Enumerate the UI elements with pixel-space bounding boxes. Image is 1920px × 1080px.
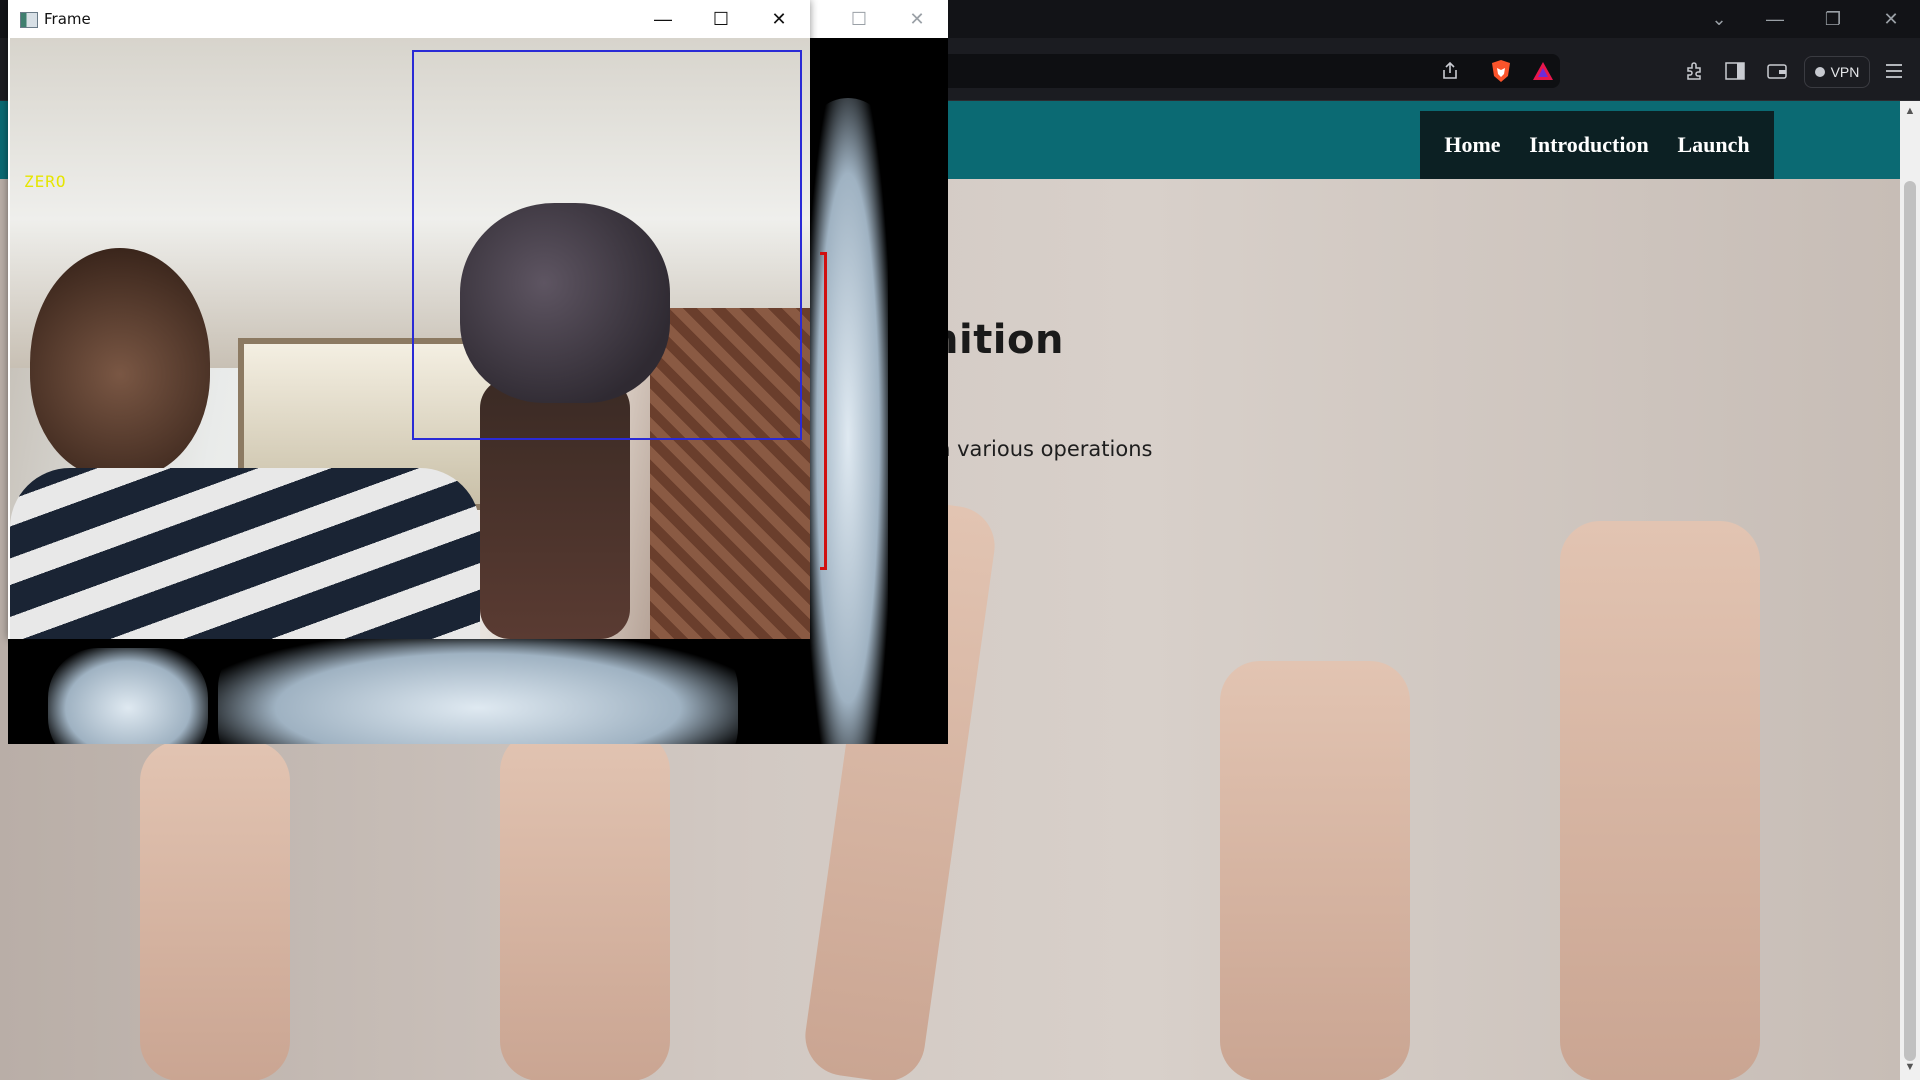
frame-titlebar[interactable]: Frame — ☐ ✕ — [8, 0, 810, 38]
vpn-button[interactable]: VPN — [1804, 56, 1870, 88]
background-hand-2 — [500, 731, 670, 1080]
restore-button[interactable]: ❐ — [1804, 0, 1862, 38]
background-maximize-button[interactable]: ☐ — [830, 0, 888, 38]
hero-subtitle: m various operations — [930, 437, 1153, 461]
frame-app-icon — [20, 12, 38, 28]
scroll-thumb[interactable] — [1904, 181, 1916, 1061]
vpn-status-icon — [1814, 67, 1825, 77]
camera-feed: ZERO — [10, 38, 810, 639]
scroll-up-icon[interactable]: ▲ — [1903, 105, 1917, 119]
menu-icon[interactable] — [1879, 56, 1909, 86]
background-window-titlebar: ☐ ✕ — [808, 0, 948, 38]
brave-rewards-icon[interactable] — [1528, 56, 1558, 86]
scroll-down-icon[interactable]: ▼ — [1903, 1061, 1917, 1075]
frame-title: Frame — [44, 10, 91, 28]
camera-person-head — [30, 248, 210, 478]
xray-bone-left — [48, 648, 208, 744]
share-icon[interactable] — [1435, 56, 1465, 86]
page-scrollbar[interactable]: ▲ ▼ — [1900, 101, 1920, 1080]
hero-title: nition — [930, 317, 1064, 363]
frame-minimize-button[interactable]: — — [634, 0, 692, 38]
camera-person-body — [10, 468, 480, 639]
nav-home[interactable]: Home — [1444, 132, 1500, 158]
close-button[interactable]: ✕ — [1862, 0, 1920, 38]
sidebar-icon[interactable] — [1720, 56, 1750, 86]
gesture-label: ZERO — [24, 172, 67, 191]
extensions-icon[interactable] — [1680, 56, 1710, 86]
background-arm-1 — [140, 741, 290, 1080]
roi-box — [412, 50, 802, 440]
xray-red-marker — [820, 252, 827, 570]
tab-dropdown-icon[interactable]: ⌄ — [1690, 0, 1748, 38]
xray-pelvis — [218, 638, 738, 744]
brave-shield-icon[interactable] — [1486, 56, 1516, 86]
nav-introduction[interactable]: Introduction — [1529, 132, 1648, 158]
address-bar[interactable] — [930, 54, 1560, 88]
background-ok-hand — [1220, 661, 1410, 1080]
vpn-label: VPN — [1830, 64, 1860, 80]
minimize-button[interactable]: — — [1746, 0, 1804, 38]
nav-launch[interactable]: Launch — [1677, 132, 1749, 158]
background-close-button[interactable]: ✕ — [888, 0, 946, 38]
background-thumbs-up-hand — [1560, 521, 1760, 1080]
site-nav: Home Introduction Launch — [1420, 111, 1774, 179]
wallet-icon[interactable] — [1762, 56, 1792, 86]
frame-close-button[interactable]: ✕ — [750, 0, 808, 38]
frame-window: Frame — ☐ ✕ ZERO — [8, 0, 810, 639]
frame-maximize-button[interactable]: ☐ — [692, 0, 750, 38]
